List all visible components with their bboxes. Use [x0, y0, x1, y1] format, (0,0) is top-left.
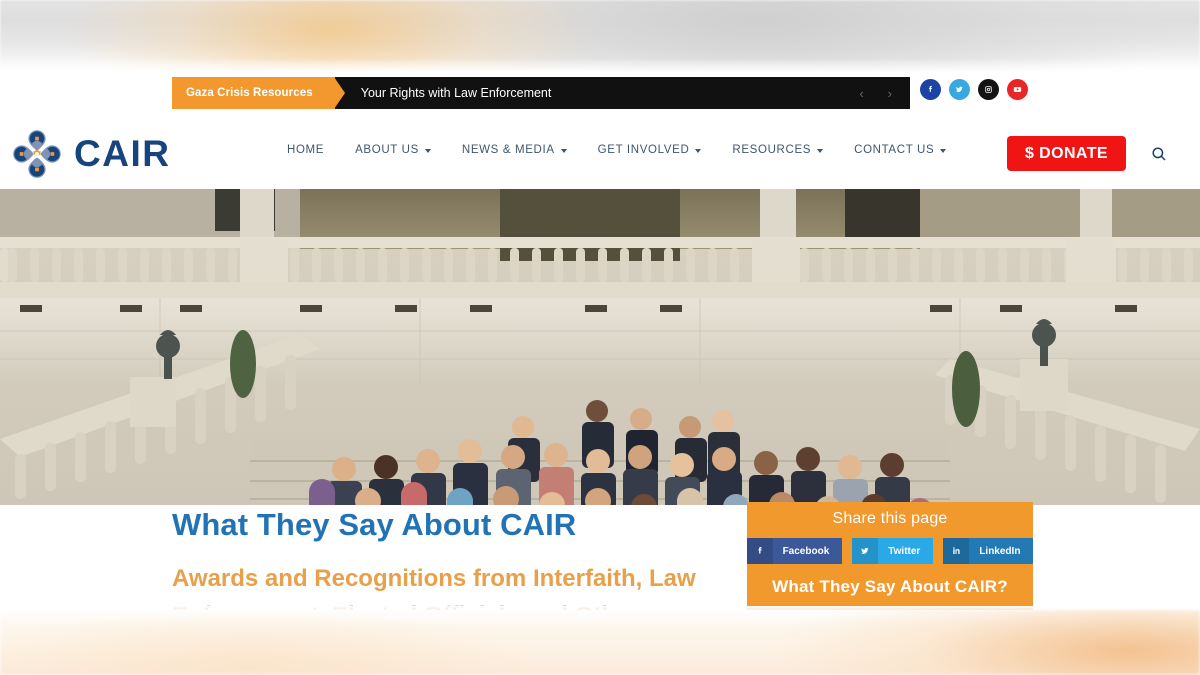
site-logo-text: CAIR [74, 133, 171, 174]
share-button-label: Facebook [782, 545, 830, 557]
ticker-prev-icon[interactable]: ‹ [859, 87, 863, 100]
search-icon[interactable] [1150, 145, 1168, 163]
ticker-headline[interactable]: Your Rights with Law Enforcement [335, 86, 860, 100]
share-panel-subheading: What They Say About CAIR? [772, 577, 1008, 596]
nav-item-contact-us[interactable]: CONTACT US [854, 144, 947, 156]
donate-button[interactable]: $ DONATE [1007, 136, 1126, 171]
twitter-icon [852, 538, 879, 564]
facebook-icon [747, 538, 773, 564]
chevron-down-icon [560, 148, 567, 153]
nav-item-get-involved[interactable]: GET INVOLVED [598, 144, 702, 156]
share-facebook-button[interactable]: Facebook [747, 538, 843, 564]
news-ticker: Gaza Crisis Resources Your Rights with L… [172, 77, 910, 109]
nav-item-home[interactable]: HOME [287, 144, 324, 156]
ticker-next-icon[interactable]: › [888, 87, 892, 100]
page-title: What They Say About CAIR [172, 507, 577, 542]
social-facebook-icon[interactable] [920, 79, 941, 100]
browser-chrome-blur-bottom [0, 610, 1200, 675]
chevron-down-icon [817, 148, 824, 153]
nav-item-label: CONTACT US [854, 144, 935, 156]
ticker-tag-label: Gaza Crisis Resources [186, 87, 313, 99]
social-youtube-icon[interactable] [1007, 79, 1028, 100]
share-buttons: Facebook Twitter LinkedIn [747, 528, 1033, 564]
nav-item-label: GET INVOLVED [597, 144, 690, 156]
page-subtitle: Awards and Recognitions from Interfaith,… [172, 565, 696, 610]
site-logo[interactable]: CAIR [10, 127, 170, 181]
primary-navigation: HOME ABOUT US NEWS & MEDIA GET INVOLVED … [287, 144, 947, 156]
nav-item-about-us[interactable]: ABOUT US [355, 144, 431, 156]
share-button-label: Twitter [888, 545, 921, 557]
social-twitter-icon[interactable] [949, 79, 970, 100]
nav-item-label: HOME [287, 144, 325, 156]
hero-group-photo [0, 189, 1200, 505]
ticker-arrows: ‹ › [859, 87, 910, 100]
share-linkedin-button[interactable]: LinkedIn [943, 538, 1033, 564]
chevron-down-icon [424, 148, 431, 153]
social-instagram-icon[interactable] [978, 79, 999, 100]
nav-item-news-media[interactable]: NEWS & MEDIA [462, 144, 567, 156]
linkedin-icon [943, 538, 970, 564]
chevron-down-icon [695, 148, 702, 153]
share-panel: Share this page Facebook Twitter LinkedI… [747, 502, 1033, 610]
cair-quatrefoil-logo-icon [10, 127, 64, 181]
nav-item-resources[interactable]: RESOURCES [732, 144, 824, 156]
share-button-label: LinkedIn [979, 545, 1021, 557]
nav-item-label: NEWS & MEDIA [461, 144, 555, 156]
share-panel-heading: Share this page [832, 510, 948, 527]
chevron-down-icon [940, 148, 947, 153]
nav-item-label: ABOUT US [355, 144, 419, 156]
social-links [920, 79, 1028, 100]
ticker-tag[interactable]: Gaza Crisis Resources [172, 77, 345, 109]
share-twitter-button[interactable]: Twitter [852, 538, 934, 564]
nav-item-label: RESOURCES [732, 144, 812, 156]
